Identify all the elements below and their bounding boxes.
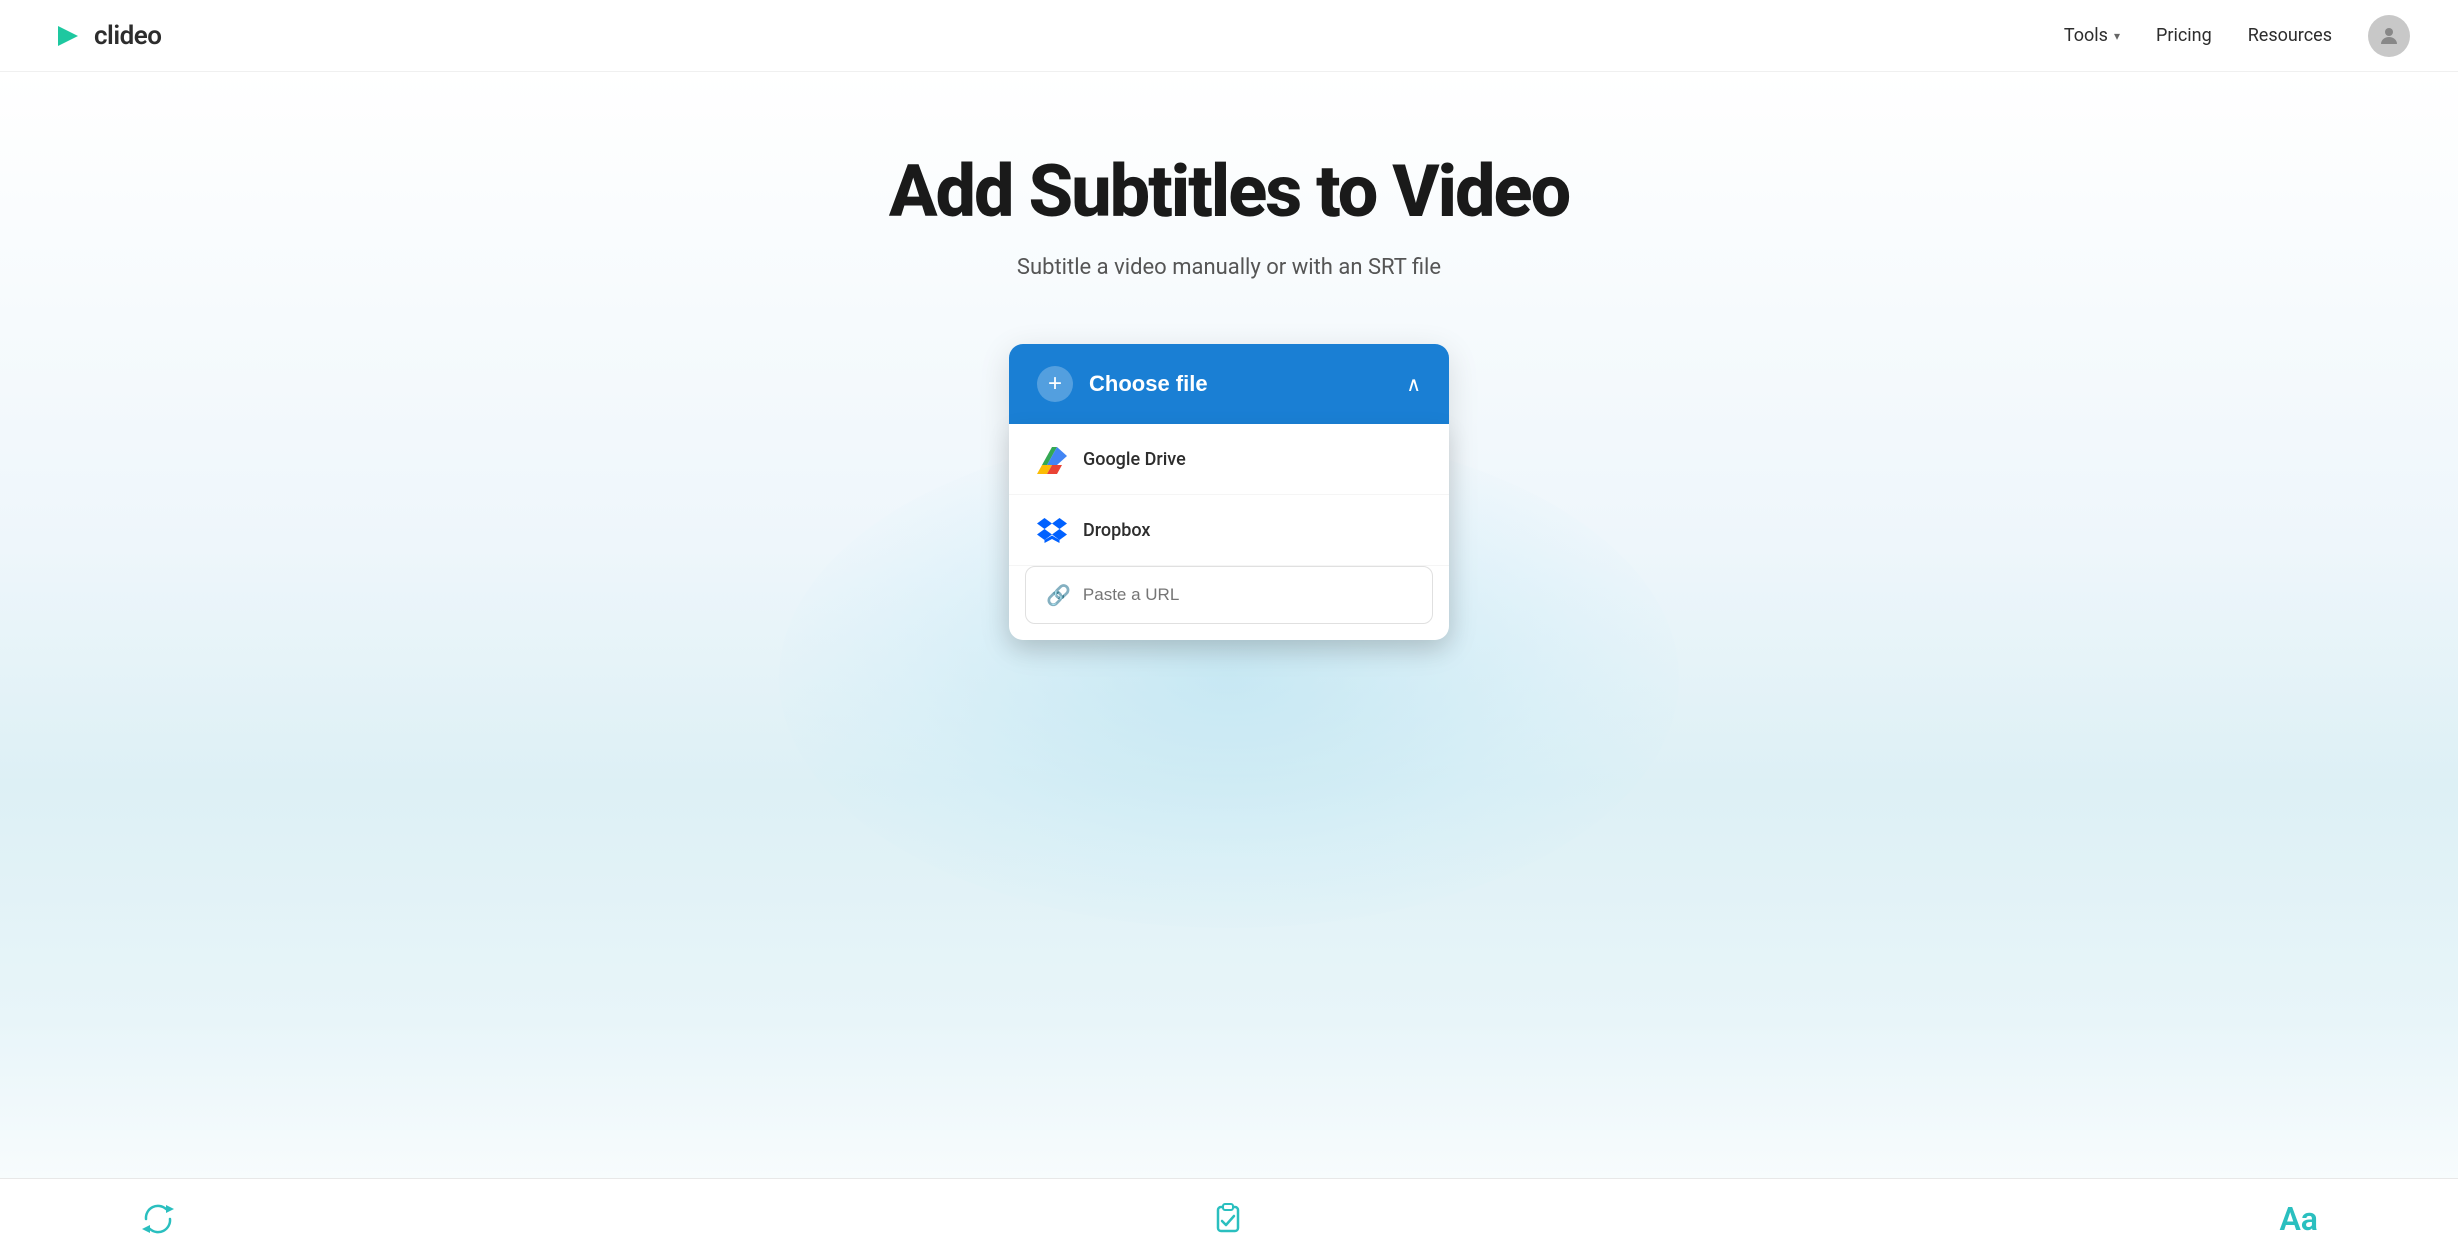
clideo-logo-icon: [48, 18, 84, 54]
font-size-button[interactable]: Aa: [2279, 1200, 2318, 1238]
dropbox-icon: [1037, 515, 1067, 545]
url-input-row: 🔗: [1025, 566, 1433, 624]
bottom-bar: Aa: [0, 1178, 2458, 1258]
resources-link[interactable]: Resources: [2248, 25, 2332, 46]
header: clideo Tools ▾ Pricing Resources: [0, 0, 2458, 72]
logo[interactable]: clideo: [48, 18, 161, 54]
clipboard-button[interactable]: [1210, 1201, 1246, 1237]
tools-label: Tools: [2064, 25, 2108, 46]
google-drive-label: Google Drive: [1083, 449, 1186, 470]
pricing-link[interactable]: Pricing: [2156, 25, 2212, 46]
choose-file-left: + Choose file: [1037, 366, 1208, 402]
google-drive-option[interactable]: Google Drive: [1009, 424, 1449, 495]
google-drive-icon: [1037, 444, 1067, 474]
choose-file-label: Choose file: [1089, 371, 1208, 397]
clipboard-check-icon: [1210, 1201, 1246, 1237]
main-nav: Tools ▾ Pricing Resources: [2064, 15, 2410, 57]
tools-menu[interactable]: Tools ▾: [2064, 25, 2120, 46]
main-content: Add Subtitles to Video Subtitle a video …: [0, 72, 2458, 1258]
page-subtitle: Subtitle a video manually or with an SRT…: [1017, 255, 1441, 280]
dropbox-label: Dropbox: [1083, 520, 1150, 541]
url-input[interactable]: [1083, 585, 1412, 605]
tools-chevron-icon: ▾: [2114, 29, 2120, 43]
font-size-icon: Aa: [2279, 1200, 2318, 1238]
refresh-button[interactable]: [140, 1201, 176, 1237]
link-icon: 🔗: [1046, 583, 1071, 607]
plus-circle-icon: +: [1037, 366, 1073, 402]
dropbox-option[interactable]: Dropbox: [1009, 495, 1449, 566]
upload-dropdown: Google Drive Dropbox 🔗: [1009, 424, 1449, 640]
refresh-icon: [140, 1201, 176, 1237]
logo-text: clideo: [94, 21, 161, 51]
upload-card: + Choose file ∧ Google Drive: [1009, 344, 1449, 640]
page-title: Add Subtitles to Video: [889, 152, 1569, 231]
user-avatar[interactable]: [2368, 15, 2410, 57]
avatar-icon: [2377, 24, 2401, 48]
chevron-up-icon: ∧: [1406, 372, 1421, 397]
choose-file-button[interactable]: + Choose file ∧: [1009, 344, 1449, 424]
